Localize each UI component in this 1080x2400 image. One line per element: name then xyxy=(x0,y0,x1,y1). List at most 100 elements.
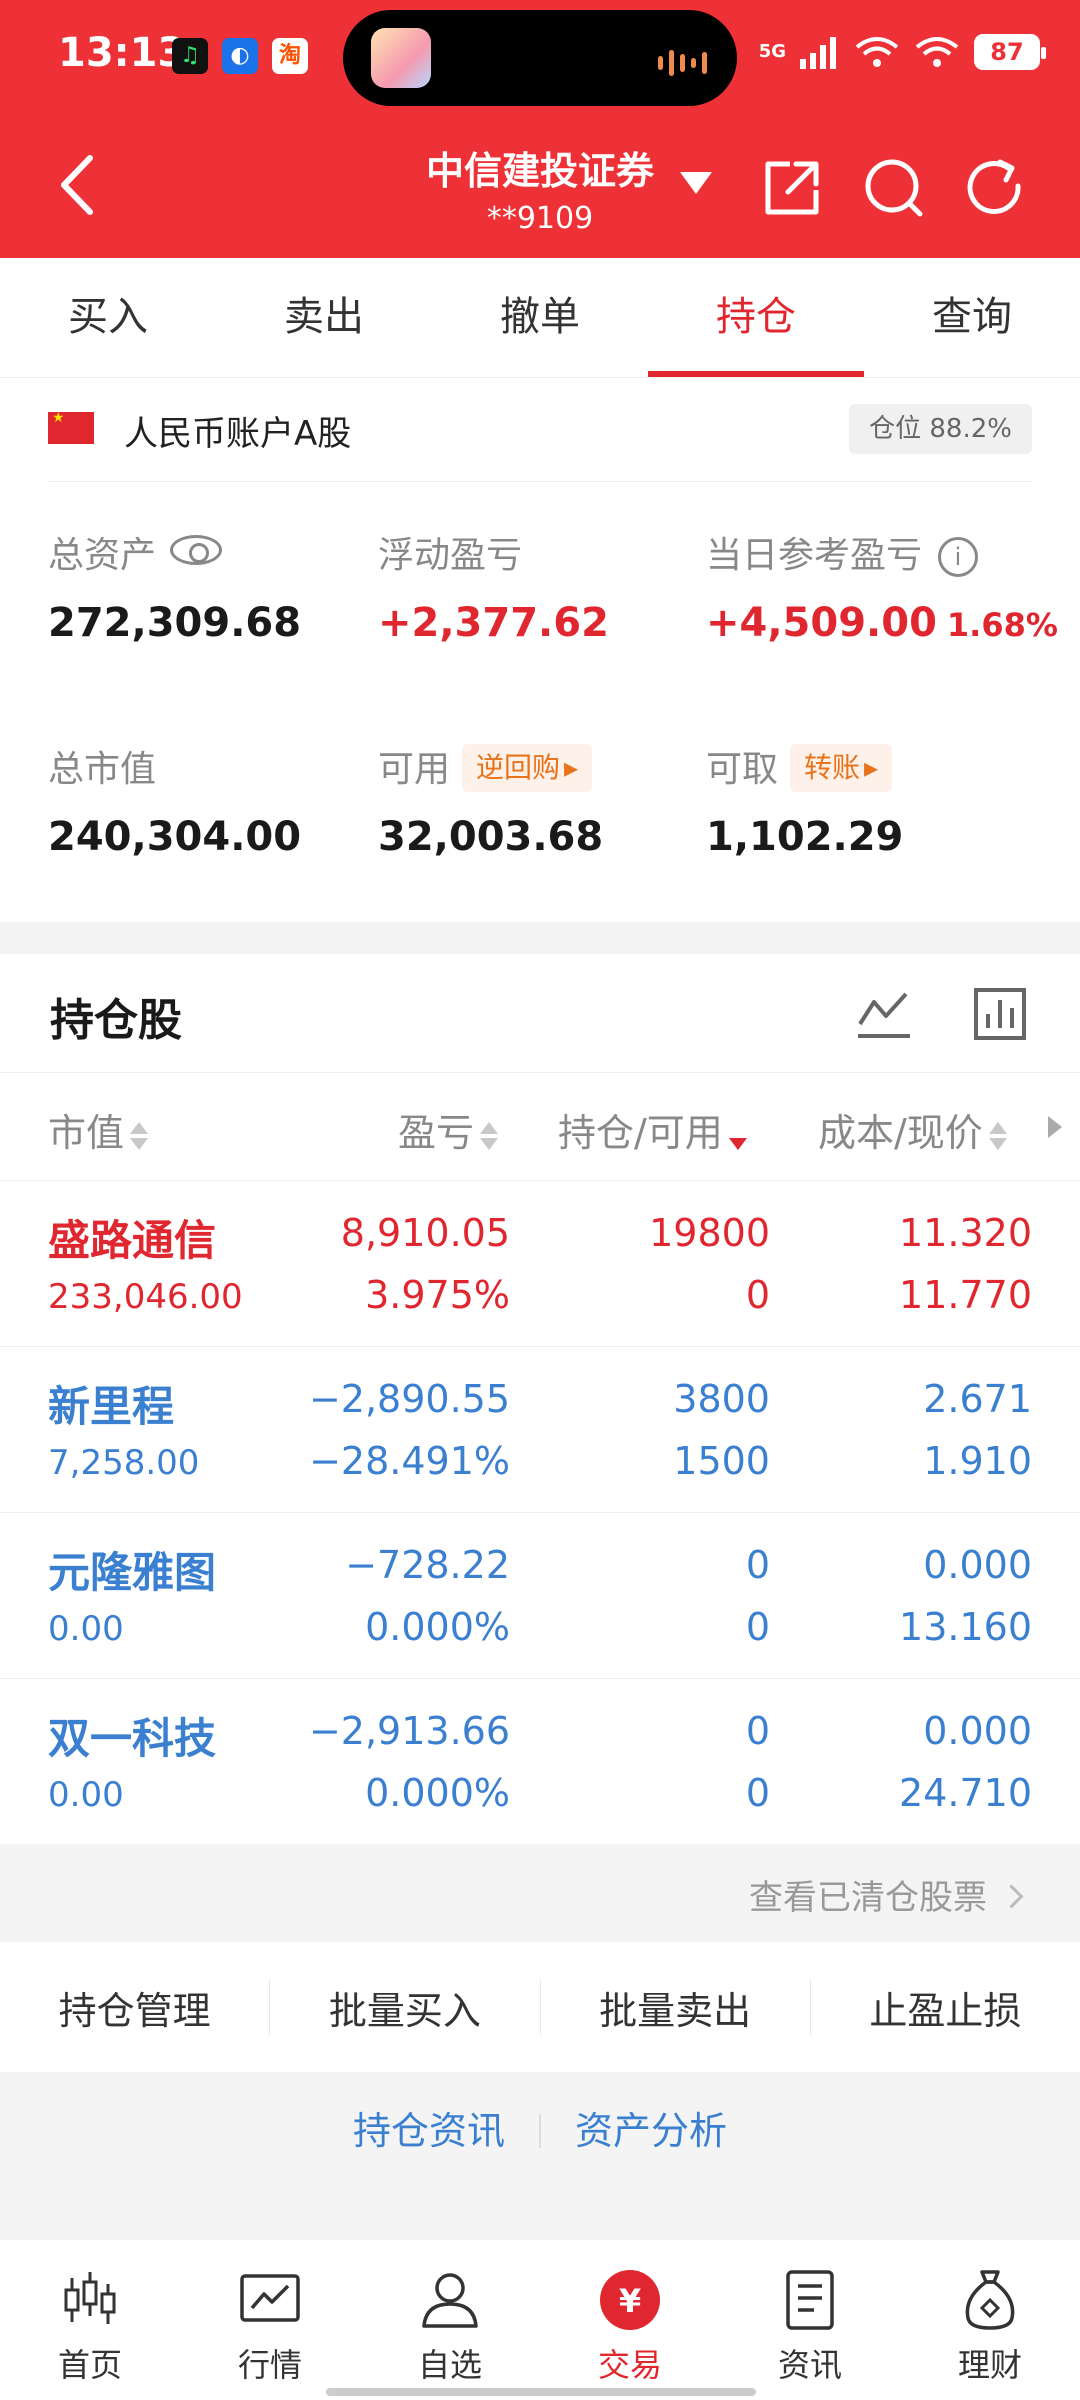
caret-down-icon[interactable] xyxy=(680,172,712,194)
sort-quantity[interactable]: 持仓/可用 xyxy=(558,1102,747,1157)
nav-bar: 中信建投证券 **9109 xyxy=(0,120,1080,258)
eye-icon[interactable] xyxy=(170,535,223,565)
table-row[interactable]: 双一科技 0.00 −2,913.66 0.000% 0 0 0.000 24.… xyxy=(0,1678,1080,1844)
total-assets-label: 总资产 xyxy=(48,535,157,576)
share-icon[interactable] xyxy=(760,156,824,220)
available-funds: 可用逆回购 32,003.68 xyxy=(378,740,698,860)
available-cell: 0 xyxy=(745,1771,770,1815)
market-value: 总市值 240,304.00 xyxy=(48,740,368,860)
tab-positions[interactable]: 持仓 xyxy=(648,258,864,377)
nav-watchlist[interactable]: 自选 xyxy=(360,2240,540,2400)
holdings-section: 持仓股 市值 盈亏 持仓/可用 成本/现价 盛路通信 233,046.00 8,… xyxy=(0,954,1080,1844)
sort-icon xyxy=(480,1118,499,1154)
cleared-stocks-bar: 查看已清仓股票 xyxy=(0,1846,1080,1942)
status-time: 13:13 xyxy=(58,30,186,76)
cost-cell: 11.320 xyxy=(899,1211,1032,1255)
price-cell: 11.770 xyxy=(899,1273,1032,1317)
pl-cell: −728.22 xyxy=(345,1543,510,1587)
scroll-right-icon[interactable] xyxy=(1048,1116,1062,1138)
daily-pl-percent: 1.68% xyxy=(946,606,1058,644)
chart-line-icon xyxy=(240,2274,300,2322)
trend-chart-icon[interactable] xyxy=(854,984,914,1044)
home-indicator[interactable] xyxy=(326,2388,756,2396)
quantity-cell: 0 xyxy=(745,1709,770,1753)
table-row[interactable]: 盛路通信 233,046.00 8,910.05 3.975% 19800 0 … xyxy=(0,1180,1080,1346)
available-cell: 0 xyxy=(745,1605,770,1649)
withdrawable-label: 可取 xyxy=(706,749,779,790)
sort-market-value[interactable]: 市值 xyxy=(48,1102,149,1157)
status-bar: 13:13 ♫ ◐ 淘 5G 87 xyxy=(0,0,1080,115)
stock-name: 双一科技 xyxy=(48,1714,217,1763)
tab-buy[interactable]: 买入 xyxy=(0,258,216,377)
trade-tabs: 买入 卖出 撤单 持仓 查询 xyxy=(0,258,1080,378)
market-value-cell: 0.00 xyxy=(48,1775,124,1815)
tab-query[interactable]: 查询 xyxy=(864,258,1080,377)
broker-selector[interactable]: 中信建投证券 **9109 xyxy=(380,140,700,236)
tab-cancel[interactable]: 撤单 xyxy=(432,258,648,377)
nav-wealth[interactable]: 理财 xyxy=(900,2240,1080,2400)
pl-cell: −2,890.55 xyxy=(308,1377,510,1421)
market-value-cell: 233,046.00 xyxy=(48,1277,243,1317)
table-row[interactable]: 新里程 7,258.00 −2,890.55 −28.491% 3800 150… xyxy=(0,1346,1080,1512)
tab-sell[interactable]: 卖出 xyxy=(216,258,432,377)
stock-name: 盛路通信 xyxy=(48,1216,217,1265)
search-icon[interactable] xyxy=(862,156,926,220)
music-notification-icon: ♫ xyxy=(172,38,208,74)
asset-analysis-link[interactable]: 资产分析 xyxy=(541,2109,761,2153)
money-bag-icon xyxy=(965,2270,1015,2330)
china-flag-icon xyxy=(48,410,94,444)
document-icon xyxy=(786,2270,834,2330)
nav-news[interactable]: 资讯 xyxy=(720,2240,900,2400)
position-actions: 持仓管理 批量买入 批量卖出 止盈止损 xyxy=(0,1942,1080,2072)
withdrawable-value: 1,102.29 xyxy=(706,814,904,860)
batch-sell-button[interactable]: 批量卖出 xyxy=(539,1979,810,2035)
bar-chart-icon[interactable] xyxy=(970,984,1030,1044)
take-profit-stop-loss-button[interactable]: 止盈止损 xyxy=(809,1979,1080,2035)
column-header: 市值 盈亏 持仓/可用 成本/现价 xyxy=(0,1072,1080,1180)
app-notification-icon: ◐ xyxy=(222,38,258,74)
floating-pl-label: 浮动盈亏 xyxy=(378,535,523,576)
stock-name: 新里程 xyxy=(48,1382,175,1431)
daily-pl-label: 当日参考盈亏 xyxy=(706,535,923,576)
yen-icon: ¥ xyxy=(600,2270,660,2330)
market-value-label: 总市值 xyxy=(48,749,157,790)
pl-percent-cell: 3.975% xyxy=(365,1273,510,1317)
wifi-icon xyxy=(855,37,899,67)
floating-pl: 浮动盈亏 +2,377.62 xyxy=(378,526,698,646)
signal-icon xyxy=(800,37,836,69)
quantity-cell: 3800 xyxy=(673,1377,770,1421)
sort-profit-loss[interactable]: 盈亏 xyxy=(398,1102,499,1157)
nav-market[interactable]: 行情 xyxy=(180,2240,360,2400)
floating-pl-value: +2,377.62 xyxy=(378,600,609,646)
position-news-link[interactable]: 持仓资讯 xyxy=(319,2109,539,2153)
nav-home[interactable]: 首页 xyxy=(0,2240,180,2400)
account-number: **9109 xyxy=(486,201,594,236)
available-cell: 0 xyxy=(745,1273,770,1317)
pl-cell: −2,913.66 xyxy=(308,1709,510,1753)
transfer-button[interactable]: 转账 xyxy=(790,744,893,792)
refresh-icon[interactable] xyxy=(964,156,1028,220)
sort-cost-price[interactable]: 成本/现价 xyxy=(818,1102,1007,1157)
market-value-value: 240,304.00 xyxy=(48,814,302,860)
position-management-button[interactable]: 持仓管理 xyxy=(0,1980,269,2035)
back-icon[interactable] xyxy=(50,150,110,220)
reverse-repo-button[interactable]: 逆回购 xyxy=(462,744,593,792)
audio-wave-icon xyxy=(658,50,707,76)
quantity-cell: 19800 xyxy=(649,1211,770,1255)
taobao-notification-icon: 淘 xyxy=(272,38,308,74)
info-icon[interactable]: i xyxy=(938,537,979,577)
position-ratio-badge: 仓位 88.2% xyxy=(849,404,1032,454)
nav-trade[interactable]: ¥ 交易 xyxy=(540,2240,720,2400)
cost-cell: 2.671 xyxy=(923,1377,1032,1421)
table-row[interactable]: 元隆雅图 0.00 −728.22 0.000% 0 0 0.000 13.16… xyxy=(0,1512,1080,1678)
batch-buy-button[interactable]: 批量买入 xyxy=(269,1979,539,2035)
battery-indicator: 87 xyxy=(974,34,1046,70)
cost-cell: 0.000 xyxy=(923,1709,1032,1753)
dynamic-island xyxy=(343,10,737,106)
sort-icon xyxy=(130,1118,149,1154)
view-cleared-stocks-link[interactable]: 查看已清仓股票 xyxy=(749,1870,1020,1919)
holdings-title: 持仓股 xyxy=(50,995,182,1046)
pl-percent-cell: 0.000% xyxy=(365,1771,510,1815)
price-cell: 24.710 xyxy=(899,1771,1032,1815)
price-cell: 13.160 xyxy=(899,1605,1032,1649)
